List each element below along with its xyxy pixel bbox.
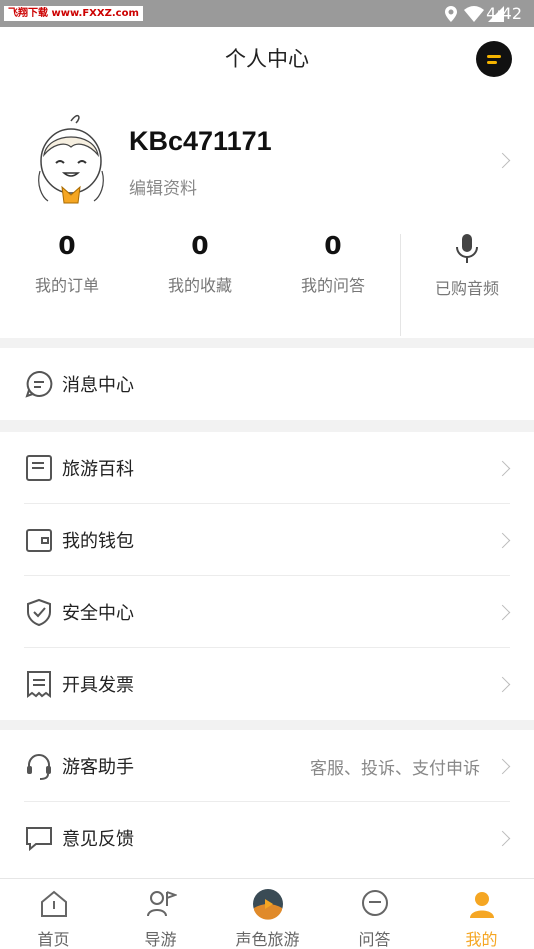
feedback-icon [26,827,52,852]
menu-label-security: 安全中心 [62,603,134,624]
guide-icon [147,891,177,917]
tab-mine[interactable]: 我的 [428,879,534,949]
wallet-icon [26,529,52,552]
message-button[interactable] [476,41,512,77]
stat-qa-value: 0 [324,231,342,260]
menu-item-security[interactable]: 安全中心 [0,576,534,648]
tab-label-audio-tour: 声色旅游 [235,930,300,949]
menu-item-invoice[interactable]: 开具发票 [0,648,534,720]
stat-orders-label: 我的订单 [34,276,99,295]
menu-label-invoice: 开具发票 [62,675,134,696]
avatar[interactable] [34,111,108,207]
avatar-image [38,114,104,204]
message-icon [25,370,53,398]
chevron-right-icon [494,758,511,775]
qa-icon [362,890,388,916]
stat-favorites[interactable]: 0 我的收藏 [133,231,267,296]
status-bar: 飞翔下载 www.FXXZ.com 4:42 [0,0,534,27]
purchased-audio[interactable]: 已购音频 [400,231,534,299]
section-support: 游客助手 客服、投诉、支付申诉 意见反馈 [0,730,534,878]
menu-item-message-center[interactable]: 消息中心 [0,348,534,420]
chat-bubble-icon [487,55,501,64]
stat-qa[interactable]: 0 我的问答 [266,231,400,296]
menu-label-message-center: 消息中心 [62,375,134,396]
watermark-text: 飞翔下载 www.FXXZ.com [4,6,143,21]
book-icon [26,455,52,481]
home-icon [41,890,67,917]
user-icon [470,892,494,918]
menu-item-wallet[interactable]: 我的钱包 [0,504,534,576]
shield-icon [27,598,51,627]
stat-orders-value: 0 [58,231,76,260]
menu-label-travel-wiki: 旅游百科 [62,459,134,480]
menu-label-assistant: 游客助手 [62,757,134,778]
stat-orders[interactable]: 0 我的订单 [0,231,134,296]
stat-qa-label: 我的问答 [300,276,365,295]
audio-tour-thumbnail-icon [253,889,283,920]
chevron-right-icon [494,830,511,847]
location-icon [445,6,457,22]
edit-profile-link[interactable]: 编辑资料 [129,174,197,199]
wifi-icon [464,6,484,22]
tab-label-mine: 我的 [465,930,498,949]
headset-icon [27,754,51,780]
receipt-icon [27,671,51,698]
profile-card: KBc471171 编辑资料 0 我的订单 0 我的收藏 0 我的问答 已购音频 [0,89,534,338]
tab-audio-tour[interactable]: 声色旅游 [214,879,321,949]
chevron-right-icon [494,676,511,693]
purchased-audio-label: 已购音频 [434,279,499,298]
menu-label-wallet: 我的钱包 [62,531,134,552]
menu-item-feedback[interactable]: 意见反馈 [0,802,534,874]
menu-item-travel-wiki[interactable]: 旅游百科 [0,432,534,504]
tab-home[interactable]: 首页 [0,879,107,949]
chevron-right-icon [494,604,511,621]
page-title: 个人中心 [225,47,309,71]
chevron-right-icon [494,460,511,477]
clock-time: 4:42 [486,4,522,23]
tab-label-qa: 问答 [358,930,391,949]
tab-label-home: 首页 [37,930,70,949]
bottom-tab-bar: 首页 导游 声色旅游 问答 我的 [0,878,534,949]
stat-favorites-label: 我的收藏 [167,276,232,295]
stat-favorites-value: 0 [191,231,209,260]
top-header: 个人中心 [0,27,534,89]
tab-guide[interactable]: 导游 [107,879,214,949]
section-messages: 消息中心 [0,348,534,420]
menu-item-assistant[interactable]: 游客助手 客服、投诉、支付申诉 [0,730,534,802]
username: KBc471171 [129,126,272,156]
profile-chevron-right-icon[interactable] [494,152,511,169]
tab-qa[interactable]: 问答 [321,879,428,949]
chevron-right-icon [494,532,511,549]
menu-label-feedback: 意见反馈 [62,829,134,850]
tab-label-guide: 导游 [144,930,177,949]
section-services: 旅游百科 我的钱包 安全中心 开具发票 [0,432,534,720]
microphone-icon [456,234,478,263]
assistant-description: 客服、投诉、支付申诉 [310,759,480,779]
